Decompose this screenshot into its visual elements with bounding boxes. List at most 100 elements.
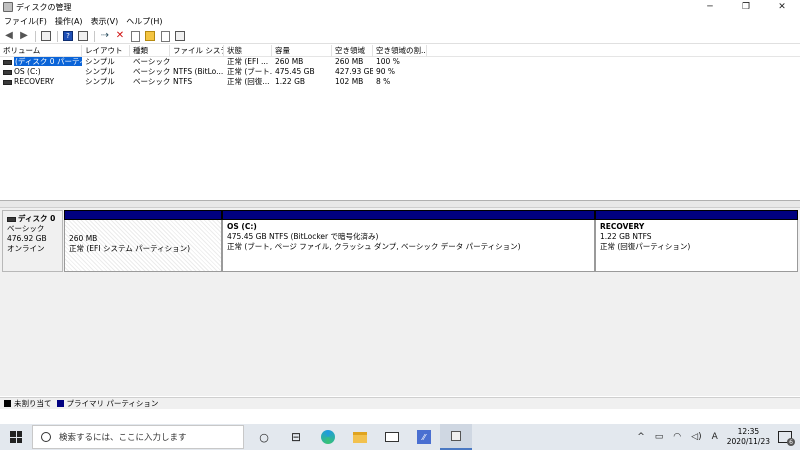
legend: 未割り当て プライマリ パーティション [0,397,800,409]
forward-button[interactable]: ▶ [18,30,30,42]
help-button[interactable]: ? [62,30,74,42]
volume-filesystem: NTFS (BitLo... [173,67,224,76]
volume-name: (ディスク 0 パーティション 1) [14,57,82,66]
title-bar: ディスクの管理 ─ ❐ ✕ [0,0,800,14]
legend-label: 未割り当て [14,399,52,408]
explore-button[interactable] [159,30,171,42]
folder-icon [145,31,155,41]
volume-filesystem [170,57,224,67]
folder-icon [353,431,367,443]
volume-free-space: 427.93 GB [335,67,373,76]
document-icon [160,30,170,42]
partition-recovery[interactable]: RECOVERY 1.22 GB NTFS 正常 (回復パーティション) [595,210,798,272]
taskbar-search[interactable]: 検索するには、ここに入力します [32,425,244,449]
disk-graphical-view: ディスク 0 ベーシック 476.92 GB オンライン 260 MB 正常 (… [0,208,800,396]
cortana-button[interactable]: ○ [248,424,280,450]
console-tree-icon [41,31,51,41]
open-button[interactable] [144,30,156,42]
ime-indicator[interactable]: A [712,432,718,442]
volume-list: ボリューム レイアウト 種類 ファイル システム 状態 容量 空き領域 空き領域… [0,45,800,201]
column-layout[interactable]: レイアウト [82,45,130,57]
close-button[interactable]: ✕ [764,0,800,14]
start-button[interactable] [0,424,32,450]
column-free-percent[interactable]: 空き領域の割... [373,45,427,57]
task-view-icon: ⊟ [290,430,302,444]
toolbar-separator [57,30,58,42]
edge-button[interactable] [312,424,344,450]
column-volume[interactable]: ボリューム [0,45,82,57]
check-document-icon [130,30,140,42]
properties-icon [78,31,88,41]
column-status[interactable]: 状態 [224,45,272,57]
clock-date: 2020/11/23 [726,437,770,446]
clock[interactable]: 12:35 2020/11/23 [727,427,770,447]
table-row[interactable]: (ディスク 0 パーティション 1) シンプル ベーシック 正常 (EFI ..… [0,57,800,67]
file-explorer-button[interactable] [344,424,376,450]
network-icon[interactable]: ▭ [655,432,664,442]
volume-layout: シンプル [85,57,115,66]
partition-title: RECOVERY [600,222,645,231]
volume-icon[interactable]: ◁) [691,432,701,442]
delete-button[interactable]: ✕ [114,30,126,42]
partition-bar [64,210,222,220]
volume-free-percent: 90 % [376,67,396,76]
volume-type: ベーシック [133,77,170,86]
partition-status: 正常 (回復パーティション) [600,242,691,251]
disk-info[interactable]: ディスク 0 ベーシック 476.92 GB オンライン [2,210,63,272]
partition-efi[interactable]: 260 MB 正常 (EFI システム パーティション) [64,210,222,272]
toolbar-separator [94,30,95,42]
view-icon [175,31,185,41]
view-button[interactable] [174,30,186,42]
toolbar: ◀ ▶ ? ⇢ ✕ [0,29,800,44]
partition-os[interactable]: OS (C:) 475.45 GB NTFS (BitLocker で暗号化済み… [222,210,595,272]
wifi-icon[interactable]: ◠ [673,432,681,442]
column-free-space[interactable]: 空き領域 [332,45,373,57]
menu-view[interactable]: 表示(V) [91,16,119,27]
properties-button[interactable] [77,30,89,42]
partition-size: 260 MB [69,234,98,243]
disk-management-taskbar-button[interactable] [440,424,472,450]
check-button[interactable] [129,30,141,42]
partition-size: 1.22 GB NTFS [600,232,652,241]
volume-free-percent: 8 % [376,77,391,86]
table-row[interactable]: OS (C:) シンプル ベーシック NTFS (BitLo... 正常 (ブー… [0,67,800,77]
legend-primary: プライマリ パーティション [56,398,158,409]
tray-overflow-icon[interactable]: ^ [637,432,645,442]
mail-button[interactable] [376,424,408,450]
partition-bar [595,210,798,220]
notification-count: 6 [787,438,795,446]
pane-splitter[interactable] [0,201,800,208]
notification-icon[interactable]: 6 [778,431,795,446]
disk-row: ディスク 0 ベーシック 476.92 GB オンライン 260 MB 正常 (… [2,210,798,272]
disk-management-icon [3,2,13,12]
windows-logo-icon [10,431,22,443]
table-row[interactable]: RECOVERY シンプル ベーシック NTFS 正常 (回復... 1.22 … [0,77,800,87]
volume-type: ベーシック [133,67,170,76]
minimize-button[interactable]: ─ [692,0,728,14]
volume-name: RECOVERY [14,77,55,86]
app-icon: ⁄⁄ [417,430,431,444]
maximize-button[interactable]: ❐ [728,0,764,14]
connect-icon: ⇢ [100,30,110,41]
toolbar-separator [35,30,36,42]
volume-capacity: 260 MB [275,57,304,66]
menu-file[interactable]: ファイル(F) [4,16,47,27]
column-filesystem[interactable]: ファイル システム [170,45,224,57]
edge-icon [321,430,335,444]
volume-capacity: 1.22 GB [275,77,306,86]
menu-action[interactable]: 操作(A) [55,16,83,27]
app-button[interactable]: ⁄⁄ [408,424,440,450]
volume-status: 正常 (回復... [227,77,270,86]
menu-bar: ファイル(F) 操作(A) 表示(V) ヘルプ(H) [0,15,800,28]
back-button[interactable]: ◀ [3,30,15,42]
connect-button[interactable]: ⇢ [99,30,111,42]
partition-status: 正常 (ブート, ページ ファイル, クラッシュ ダンプ, ベーシック データ … [227,242,521,251]
volume-icon [3,79,12,85]
column-capacity[interactable]: 容量 [272,45,332,57]
volume-layout: シンプル [85,67,115,76]
menu-help[interactable]: ヘルプ(H) [126,16,162,27]
mail-icon [385,432,399,442]
console-tree-button[interactable] [40,30,52,42]
column-type[interactable]: 種類 [130,45,170,57]
task-view-button[interactable]: ⊟ [280,424,312,450]
